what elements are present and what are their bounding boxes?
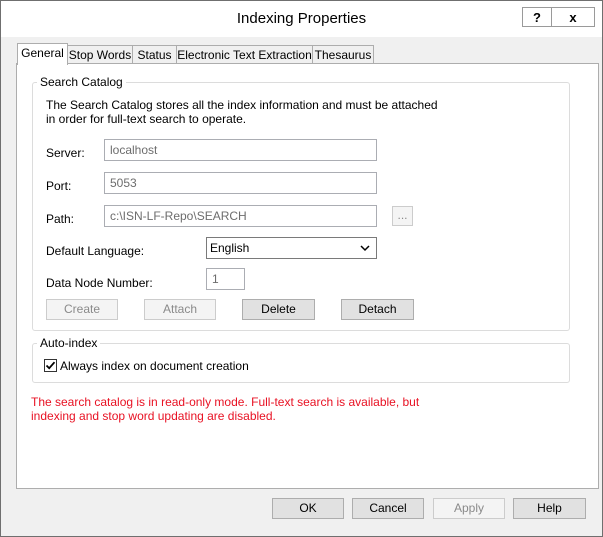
auto-index-legend: Auto-index <box>37 336 101 350</box>
default-language-select[interactable]: English <box>206 237 377 259</box>
path-label: Path: <box>46 212 75 226</box>
title-help-button[interactable]: ? <box>522 7 552 27</box>
detach-button[interactable]: Detach <box>341 299 414 320</box>
data-node-number-label: Data Node Number: <box>46 276 153 290</box>
catalog-description-line1: The Search Catalog stores all the index … <box>46 98 438 112</box>
attach-button[interactable]: Attach <box>144 299 216 320</box>
create-button[interactable]: Create <box>46 299 118 320</box>
tab-stop-words[interactable]: Stop Words <box>67 45 133 64</box>
server-label: Server: <box>46 146 85 160</box>
tab-status[interactable]: Status <box>132 45 177 64</box>
auto-index-group: Auto-index Always index on document crea… <box>32 336 570 383</box>
chevron-down-icon <box>360 245 370 252</box>
always-index-label[interactable]: Always index on document creation <box>60 359 249 373</box>
cancel-button[interactable]: Cancel <box>352 498 424 519</box>
apply-button[interactable]: Apply <box>433 498 505 519</box>
read-only-warning-line2: indexing and stop word updating are disa… <box>31 409 276 423</box>
data-node-number-field[interactable]: 1 <box>206 268 245 290</box>
port-field[interactable]: 5053 <box>104 172 377 194</box>
delete-button[interactable]: Delete <box>242 299 315 320</box>
checkmark-icon <box>45 361 56 370</box>
read-only-warning-line1: The search catalog is in read-only mode.… <box>31 395 420 409</box>
tab-general[interactable]: General <box>17 43 68 65</box>
catalog-description-line2: in order for full-text search to operate… <box>46 112 247 126</box>
close-button[interactable]: x <box>551 7 595 27</box>
default-language-value: English <box>210 241 250 255</box>
indexing-properties-dialog: Indexing Properties ? x General Stop Wor… <box>0 0 603 537</box>
general-tab-panel: Search Catalog The Search Catalog stores… <box>16 63 599 489</box>
port-label: Port: <box>46 179 72 193</box>
title-bar[interactable]: Indexing Properties ? x <box>1 1 602 37</box>
window-title: Indexing Properties <box>236 10 367 27</box>
path-field[interactable]: c:\ISN-LF-Repo\SEARCH <box>104 205 377 227</box>
always-index-checkbox[interactable] <box>44 359 57 372</box>
search-catalog-group: Search Catalog The Search Catalog stores… <box>32 75 570 331</box>
search-catalog-legend: Search Catalog <box>37 75 126 89</box>
server-field[interactable]: localhost <box>104 139 377 161</box>
tab-thesaurus[interactable]: Thesaurus <box>312 45 374 64</box>
help-button[interactable]: Help <box>513 498 586 519</box>
ok-button[interactable]: OK <box>272 498 344 519</box>
tab-electronic-text-extraction[interactable]: Electronic Text Extraction <box>176 45 313 64</box>
browse-path-button[interactable]: ... <box>392 206 413 226</box>
default-language-label: Default Language: <box>46 244 145 258</box>
